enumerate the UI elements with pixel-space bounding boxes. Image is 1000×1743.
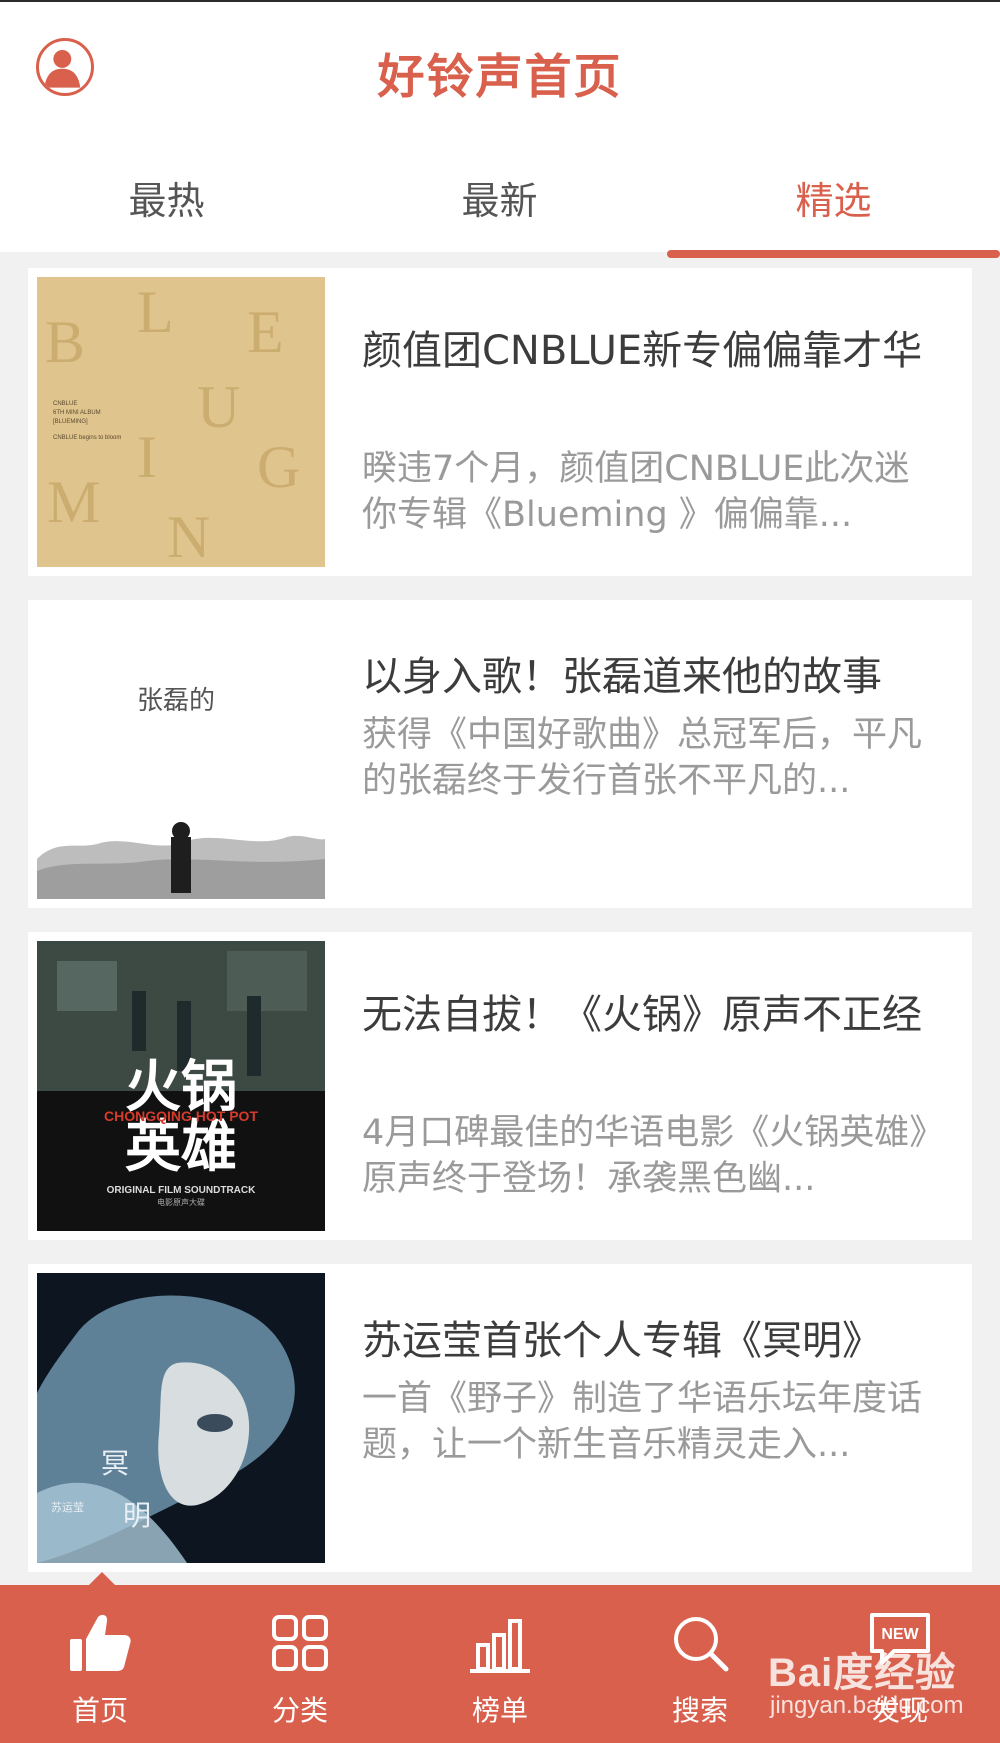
zhanglei-cover-art: 张磊的 — [37, 609, 325, 899]
top-bar: 好铃声首页 最热 最新 精选 — [0, 0, 1000, 258]
nav-label: 榜单 — [471, 1694, 528, 1727]
album-cover-hotpot: 火锅 英雄 CHONGQING HOT POT ORIGINAL FILM SO… — [37, 941, 325, 1231]
cover-title: 明 — [123, 1499, 151, 1532]
nav-home[interactable]: 首页 — [0, 1585, 200, 1743]
cover-letter: N — [167, 504, 210, 567]
cover-subtitle: CHONGQING HOT POT — [104, 1108, 258, 1124]
album-cover-mingming: 冥 明 苏运莹 — [37, 1273, 325, 1563]
tab-bar: 最热 最新 精选 — [0, 150, 1000, 258]
nav-label: 首页 — [71, 1694, 128, 1727]
cover-letter: B — [45, 309, 85, 375]
status-divider — [0, 0, 1000, 2]
active-tab-indicator — [667, 250, 1000, 258]
baidu-jingyan-watermark: Bai度经验 jingyan.baidu.com — [760, 1632, 1000, 1732]
article-card[interactable]: 火锅 英雄 CHONGQING HOT POT ORIGINAL FILM SO… — [28, 932, 972, 1240]
nav-charts[interactable]: 榜单 — [400, 1585, 600, 1743]
article-card[interactable]: 张磊的 以身入歌！张磊道来他的故事 获得《中国好歌曲》总冠军后，平凡的张磊终于发… — [28, 600, 972, 908]
tab-latest[interactable]: 最新 — [333, 170, 666, 225]
article-description: 4月口碑最佳的华语电影《火锅英雄》原声终于登场！承袭黑色幽... — [362, 1113, 927, 1199]
hotpot-cover-art: 火锅 英雄 CHONGQING HOT POT ORIGINAL FILM SO… — [37, 941, 325, 1231]
tab-hot[interactable]: 最热 — [0, 170, 333, 225]
cover-title: 冥 — [101, 1447, 129, 1480]
album-cover-zhanglei: 张磊的 — [37, 609, 325, 899]
tab-featured[interactable]: 精选 — [667, 170, 1000, 225]
cover-letter: M — [47, 469, 100, 535]
cover-letter: E — [247, 299, 284, 365]
article-title: 颜值团CNBLUE新专偏偏靠才华 — [362, 328, 923, 374]
page-title: 好铃声首页 — [377, 50, 623, 105]
nav-label: 分类 — [271, 1694, 328, 1727]
cover-subtitle: ORIGINAL FILM SOUNDTRACK — [107, 1185, 256, 1196]
cover-letter: L — [137, 279, 174, 345]
cover-artist: 苏运莹 — [51, 1501, 84, 1514]
cover-text: [BLUEMING] — [53, 419, 88, 425]
bar-chart-icon — [470, 1619, 530, 1673]
watermark-url: jingyan.baidu.com — [770, 1692, 964, 1719]
cover-letter: U — [197, 374, 240, 440]
article-title: 苏运莹首张个人专辑《冥明》 — [362, 1318, 882, 1364]
cover-subtitle: 电影原声大碟 — [157, 1197, 205, 1207]
cover-text: CNBLUE — [53, 401, 77, 407]
search-icon — [674, 1617, 729, 1672]
cover-letter: I — [137, 424, 157, 490]
article-description: 获得《中国好歌曲》总冠军后，平凡的张磊终于发行首张不平凡的... — [362, 715, 923, 801]
article-title: 无法自拔！《火锅》原声不正经 — [362, 992, 922, 1038]
cover-text: CNBLUE begins to bloom — [53, 435, 121, 441]
grid-icon — [272, 1615, 328, 1671]
nav-category[interactable]: 分类 — [200, 1585, 400, 1743]
mingming-cover-art: 冥 明 苏运莹 — [37, 1273, 325, 1563]
active-nav-notch — [88, 1572, 116, 1586]
blueming-cover-art: B L E U G M I N CNBLUE 6TH MINI ALBUM [B… — [37, 277, 325, 567]
cover-title: 英雄 — [125, 1115, 237, 1180]
cover-letter: G — [257, 434, 300, 500]
thumbs-up-icon — [70, 1614, 131, 1671]
watermark-logo: Bai度经验 — [768, 1651, 957, 1695]
article-card[interactable]: 冥 明 苏运莹 苏运莹首张个人专辑《冥明》 一首《野子》制造了华语乐坛年度话题，… — [28, 1264, 972, 1572]
article-title: 以身入歌！张磊道来他的故事 — [362, 654, 882, 700]
cover-script: 张磊的 — [137, 686, 215, 716]
article-card[interactable]: B L E U G M I N CNBLUE 6TH MINI ALBUM [B… — [28, 268, 972, 576]
album-cover-blueming: B L E U G M I N CNBLUE 6TH MINI ALBUM [B… — [37, 277, 325, 567]
cover-text: 6TH MINI ALBUM — [53, 410, 101, 416]
article-description: 暌违7个月，颜值团CNBLUE此次迷你专辑《Blueming 》偏偏靠... — [362, 449, 910, 535]
article-description: 一首《野子》制造了华语乐坛年度话题，让一个新生音乐精灵走入... — [362, 1379, 923, 1465]
